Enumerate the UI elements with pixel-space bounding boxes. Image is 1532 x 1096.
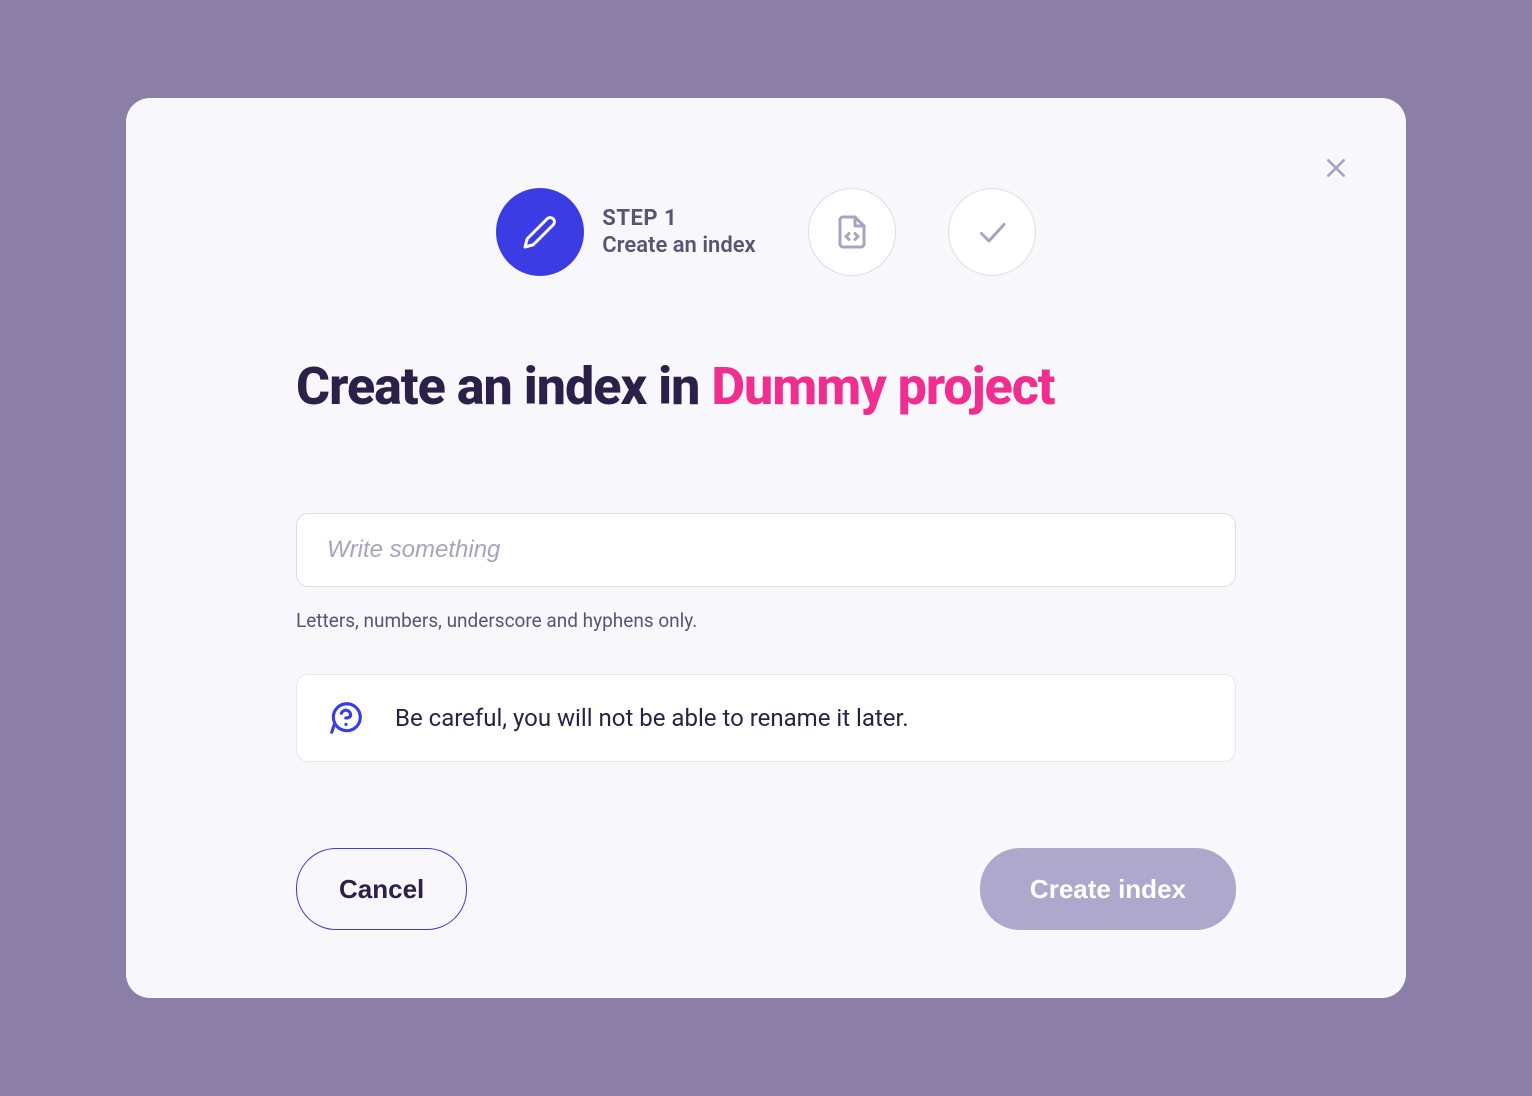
step-1-text: STEP 1 Create an index bbox=[602, 206, 755, 258]
step-3 bbox=[948, 188, 1036, 276]
pencil-icon bbox=[522, 214, 558, 250]
check-icon bbox=[974, 214, 1010, 250]
step-2 bbox=[808, 188, 896, 276]
page-title: Create an index in Dummy project bbox=[296, 356, 1236, 417]
modal-actions: Cancel Create index bbox=[296, 848, 1236, 930]
create-index-button[interactable]: Create index bbox=[980, 848, 1236, 930]
stepper: STEP 1 Create an index bbox=[126, 188, 1406, 276]
step-2-circle bbox=[808, 188, 896, 276]
close-button[interactable] bbox=[1321, 153, 1351, 183]
modal-content: Create an index in Dummy project Letters… bbox=[126, 356, 1406, 762]
close-icon bbox=[1323, 155, 1349, 181]
warning-box: Be careful, you will not be able to rena… bbox=[296, 674, 1236, 762]
step-1-circle bbox=[496, 188, 584, 276]
index-name-input[interactable] bbox=[296, 513, 1236, 587]
file-code-icon bbox=[834, 214, 870, 250]
create-index-modal: STEP 1 Create an index bbox=[126, 98, 1406, 998]
title-prefix: Create an index in bbox=[296, 356, 711, 417]
warning-text: Be careful, you will not be able to rena… bbox=[395, 704, 909, 732]
step-1-desc: Create an index bbox=[602, 233, 755, 258]
cancel-button[interactable]: Cancel bbox=[296, 848, 467, 930]
step-1-label: STEP 1 bbox=[602, 206, 755, 231]
input-helper: Letters, numbers, underscore and hyphens… bbox=[296, 609, 1236, 632]
step-3-circle bbox=[948, 188, 1036, 276]
title-project: Dummy project bbox=[711, 356, 1054, 417]
step-1: STEP 1 Create an index bbox=[496, 188, 755, 276]
question-circle-icon bbox=[327, 699, 365, 737]
